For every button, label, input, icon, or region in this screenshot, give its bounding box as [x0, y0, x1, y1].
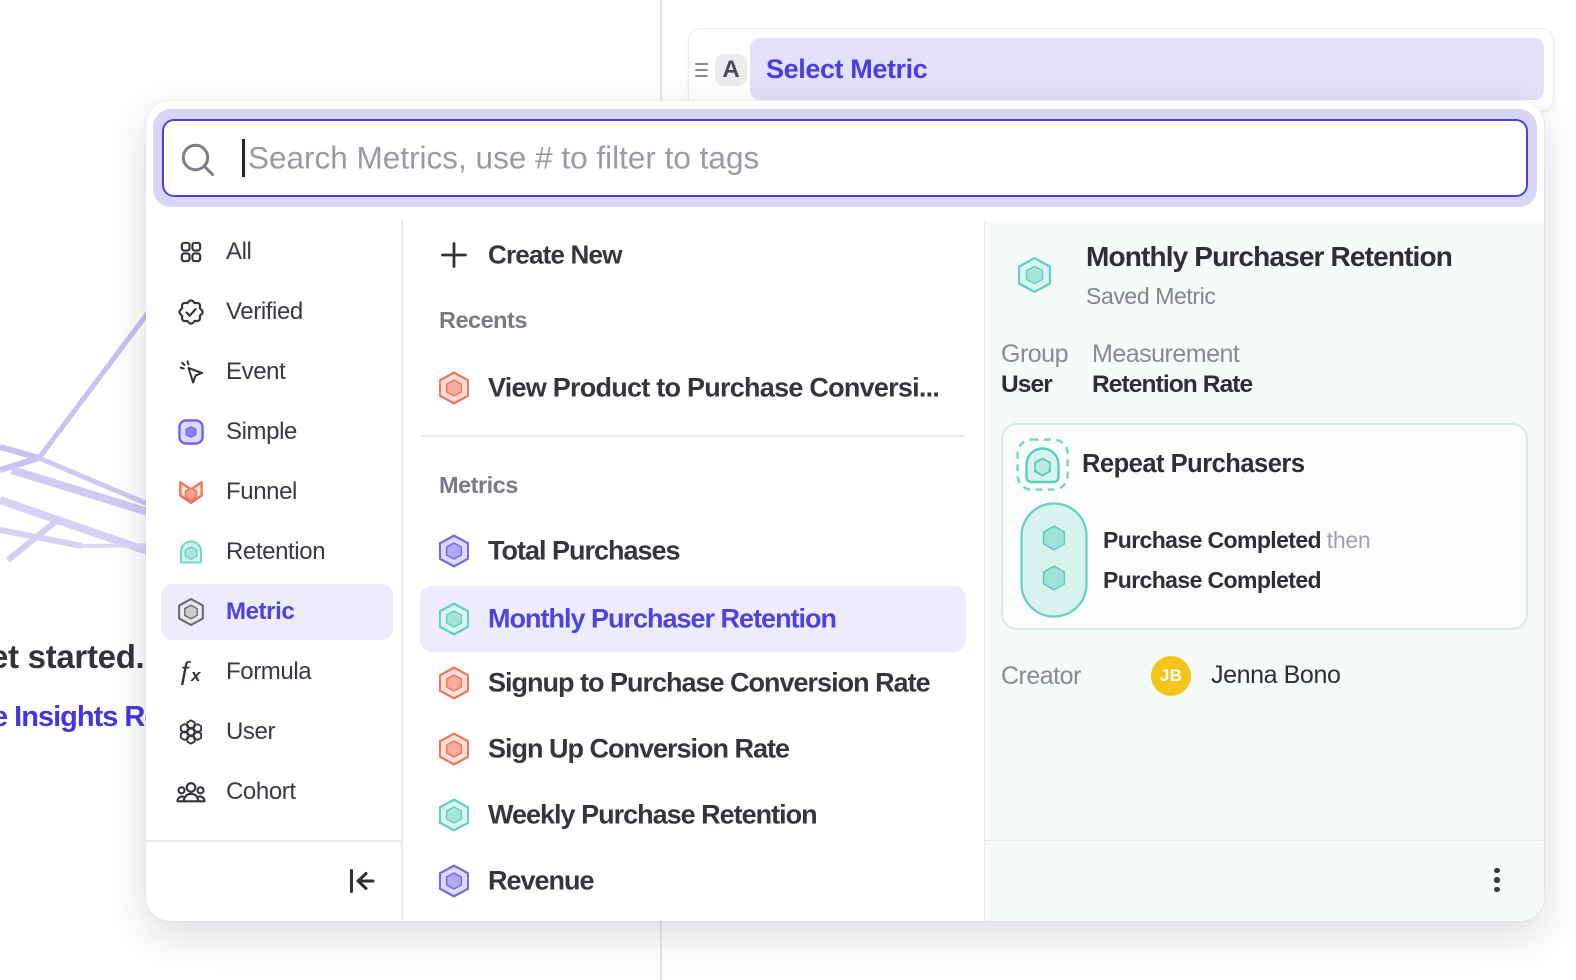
svg-text:x: x	[190, 666, 202, 685]
svg-text:ƒ: ƒ	[177, 659, 192, 685]
